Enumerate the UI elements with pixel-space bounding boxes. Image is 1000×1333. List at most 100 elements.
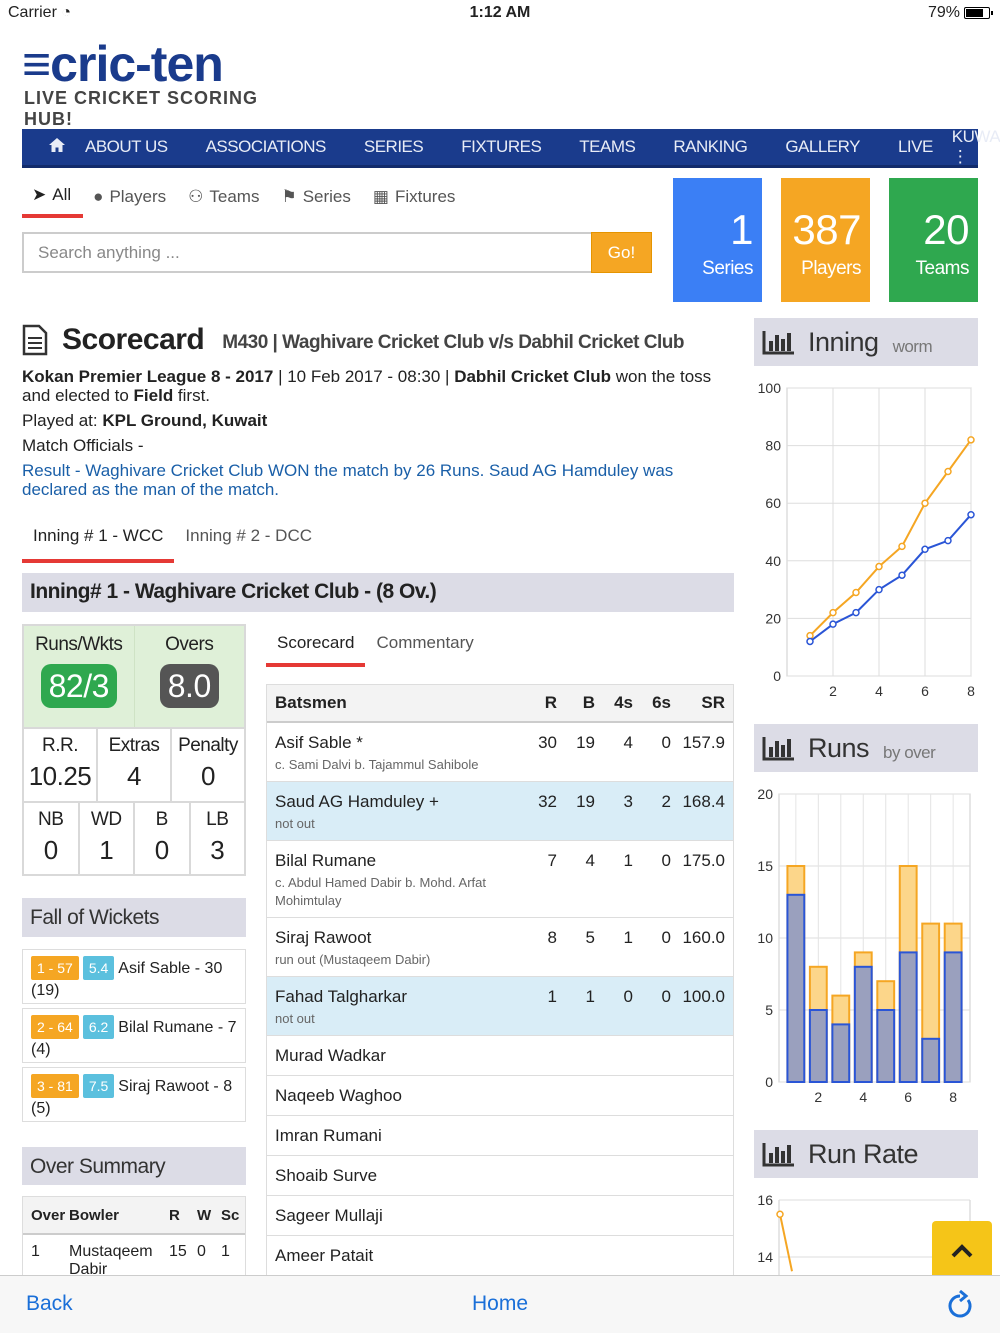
refresh-button[interactable] bbox=[946, 1289, 974, 1326]
flag-icon: ⚑ bbox=[281, 187, 297, 206]
site-logo[interactable]: ≡cric-ten LIVE CRICKET SCORING HUB! bbox=[22, 39, 282, 129]
innings-summary: Runs/Wkts 82/3 Overs 8.0 R.R. 10.25 Extras 4… bbox=[22, 624, 246, 876]
table-row[interactable]: Asif Sable * c. Sami Dalvi b. Tajammul Sa… bbox=[267, 723, 733, 782]
table-row[interactable]: Murad Wadkar bbox=[267, 1036, 733, 1076]
search-tabs: ➤ All ● Players ⚇ Teams ⚑ Series ▦ Fixtures bbox=[22, 182, 467, 218]
bar bbox=[876, 1009, 896, 1083]
scorecard-tabs: Scorecard Commentary bbox=[266, 630, 485, 667]
nav-associations[interactable]: ASSOCIATIONS bbox=[187, 137, 345, 157]
nav-series[interactable]: SERIES bbox=[345, 137, 442, 157]
data-point bbox=[944, 536, 952, 545]
y-tick-label: 15 bbox=[757, 858, 773, 874]
officials-info: Match Officials - bbox=[22, 436, 144, 455]
more-vertical-icon: ⋮ bbox=[951, 147, 969, 166]
tab-commentary[interactable]: Commentary bbox=[365, 630, 484, 667]
scroll-to-top-button[interactable] bbox=[932, 1221, 992, 1281]
bar bbox=[898, 951, 918, 1083]
data-point bbox=[921, 499, 929, 507]
battery-icon bbox=[964, 7, 993, 19]
search-input[interactable] bbox=[22, 232, 591, 273]
nav-teams[interactable]: TEAMS bbox=[560, 137, 654, 157]
bar bbox=[786, 893, 806, 1083]
x-tick-label: 8 bbox=[949, 1089, 957, 1105]
fow-item: 1 - 57 5.4 Asif Sable - 30 (19) bbox=[22, 949, 246, 1004]
y-tick-label: 5 bbox=[765, 1002, 773, 1018]
data-point bbox=[898, 542, 906, 551]
penalty: Penalty 0 bbox=[170, 729, 244, 801]
x-tick-label: 2 bbox=[814, 1089, 822, 1105]
table-row[interactable]: Siraj Rawoot run out (Mustaqeem Dabir) 85… bbox=[267, 918, 733, 977]
nav-gallery[interactable]: GALLERY bbox=[766, 137, 879, 157]
search-go-button[interactable]: Go! bbox=[591, 232, 652, 273]
search-tab-players[interactable]: ● Players bbox=[83, 182, 178, 218]
search-tab-fixtures[interactable]: ▦ Fixtures bbox=[363, 182, 468, 218]
data-point bbox=[829, 608, 837, 617]
data-point bbox=[967, 510, 975, 519]
match-result: Result - Waghivare Cricket Club WON the … bbox=[22, 461, 674, 499]
nav-ranking[interactable]: RANKING bbox=[654, 137, 766, 157]
run-rate-chart-header: Run Rate bbox=[754, 1130, 978, 1178]
document-icon bbox=[22, 324, 48, 356]
y-tick-label: 0 bbox=[773, 668, 781, 684]
scorecard-header: Scorecard M430 | Waghivare Cricket Club … bbox=[22, 320, 742, 360]
y-tick-label: 60 bbox=[765, 495, 781, 511]
y-tick-label: 100 bbox=[758, 380, 782, 396]
ground-info: Played at: KPL Ground, Kuwait bbox=[22, 411, 268, 430]
chevron-up-icon bbox=[951, 1244, 973, 1258]
nav-about-us[interactable]: ABOUT US bbox=[66, 137, 187, 157]
clock: 1:12 AM bbox=[469, 4, 531, 21]
battery-status: 79% bbox=[928, 4, 993, 22]
search-tab-teams[interactable]: ⚇ Teams bbox=[178, 182, 271, 218]
over-summary-header: Over Summary bbox=[22, 1147, 246, 1185]
bar bbox=[943, 951, 963, 1083]
y-tick-label: 16 bbox=[757, 1192, 773, 1208]
table-row: 1 Mustaqeem Dabir 15 0 1 bbox=[31, 1243, 230, 1276]
table-row[interactable]: Shoaib Surve bbox=[267, 1156, 733, 1196]
toss-info: Kokan Premier League 8 - 2017 | 10 Feb 2… bbox=[22, 367, 712, 405]
worm-chart: 0 20 40 60 80 100 2 4 6 8 bbox=[758, 380, 975, 699]
y-tick-label: 14 bbox=[757, 1249, 773, 1265]
home-icon[interactable] bbox=[48, 137, 66, 158]
y-tick-label: 20 bbox=[757, 786, 773, 802]
series-count-tile[interactable]: 1 Series bbox=[673, 178, 762, 302]
fow-item: 3 - 81 7.5 Siraj Rawoot - 8 (5) bbox=[22, 1067, 246, 1122]
data-point bbox=[875, 562, 883, 571]
table-row[interactable]: Bilal Rumane c. Abdul Hamed Dabir b. Mohd… bbox=[267, 841, 733, 918]
y-tick-label: 80 bbox=[765, 438, 781, 454]
table-row[interactable]: Saud AG Hamduley + not out 32 19 3 2 168.4 bbox=[267, 782, 733, 841]
page-title: Scorecard bbox=[62, 323, 205, 356]
table-row[interactable]: Sageer Mullaji bbox=[267, 1196, 733, 1236]
nav-country-menu[interactable]: KUWAIT ⋮ bbox=[952, 127, 1000, 167]
data-point bbox=[898, 571, 906, 579]
run-rate: R.R. 10.25 bbox=[28, 735, 92, 791]
players-count-tile[interactable]: 387 Players bbox=[781, 178, 870, 302]
data-point bbox=[944, 467, 952, 476]
tab-inning-2[interactable]: Inning # 2 - DCC bbox=[174, 522, 323, 563]
overs: Overs 8.0 bbox=[133, 626, 245, 727]
search-bar: Go! bbox=[22, 232, 652, 273]
table-row[interactable]: Naqeeb Waghoo bbox=[267, 1076, 733, 1116]
nav-live[interactable]: LIVE bbox=[879, 137, 952, 157]
y-tick-label: 10 bbox=[757, 930, 773, 946]
data-point bbox=[921, 545, 929, 554]
nav-fixtures[interactable]: FIXTURES bbox=[442, 137, 560, 157]
table-row[interactable]: Imran Rumani bbox=[267, 1116, 733, 1156]
match-info: Kokan Premier League 8 - 2017 | 10 Feb 2… bbox=[22, 367, 737, 505]
bar bbox=[831, 1023, 851, 1083]
home-button[interactable]: Home bbox=[0, 1292, 1000, 1316]
search-tab-all[interactable]: ➤ All bbox=[22, 182, 84, 218]
runs-wkts: Runs/Wkts 82/3 bbox=[24, 626, 134, 727]
fow-header: Fall of Wickets bbox=[22, 898, 246, 937]
data-point bbox=[875, 585, 883, 594]
data-point bbox=[852, 588, 860, 597]
x-tick-label: 2 bbox=[829, 683, 837, 699]
tab-scorecard[interactable]: Scorecard bbox=[266, 630, 366, 667]
x-tick-label: 4 bbox=[859, 1089, 867, 1105]
bar bbox=[808, 1009, 828, 1083]
table-row[interactable]: Fahad Talgharkar not out 1 1 0 0 100.0 bbox=[267, 977, 733, 1036]
tab-inning-1[interactable]: Inning # 1 - WCC bbox=[22, 522, 175, 563]
table-row[interactable]: Ameer Patait bbox=[267, 1236, 733, 1275]
search-tab-series[interactable]: ⚑ Series bbox=[271, 182, 362, 218]
data-point bbox=[829, 620, 837, 628]
teams-count-tile[interactable]: 20 Teams bbox=[889, 178, 978, 302]
